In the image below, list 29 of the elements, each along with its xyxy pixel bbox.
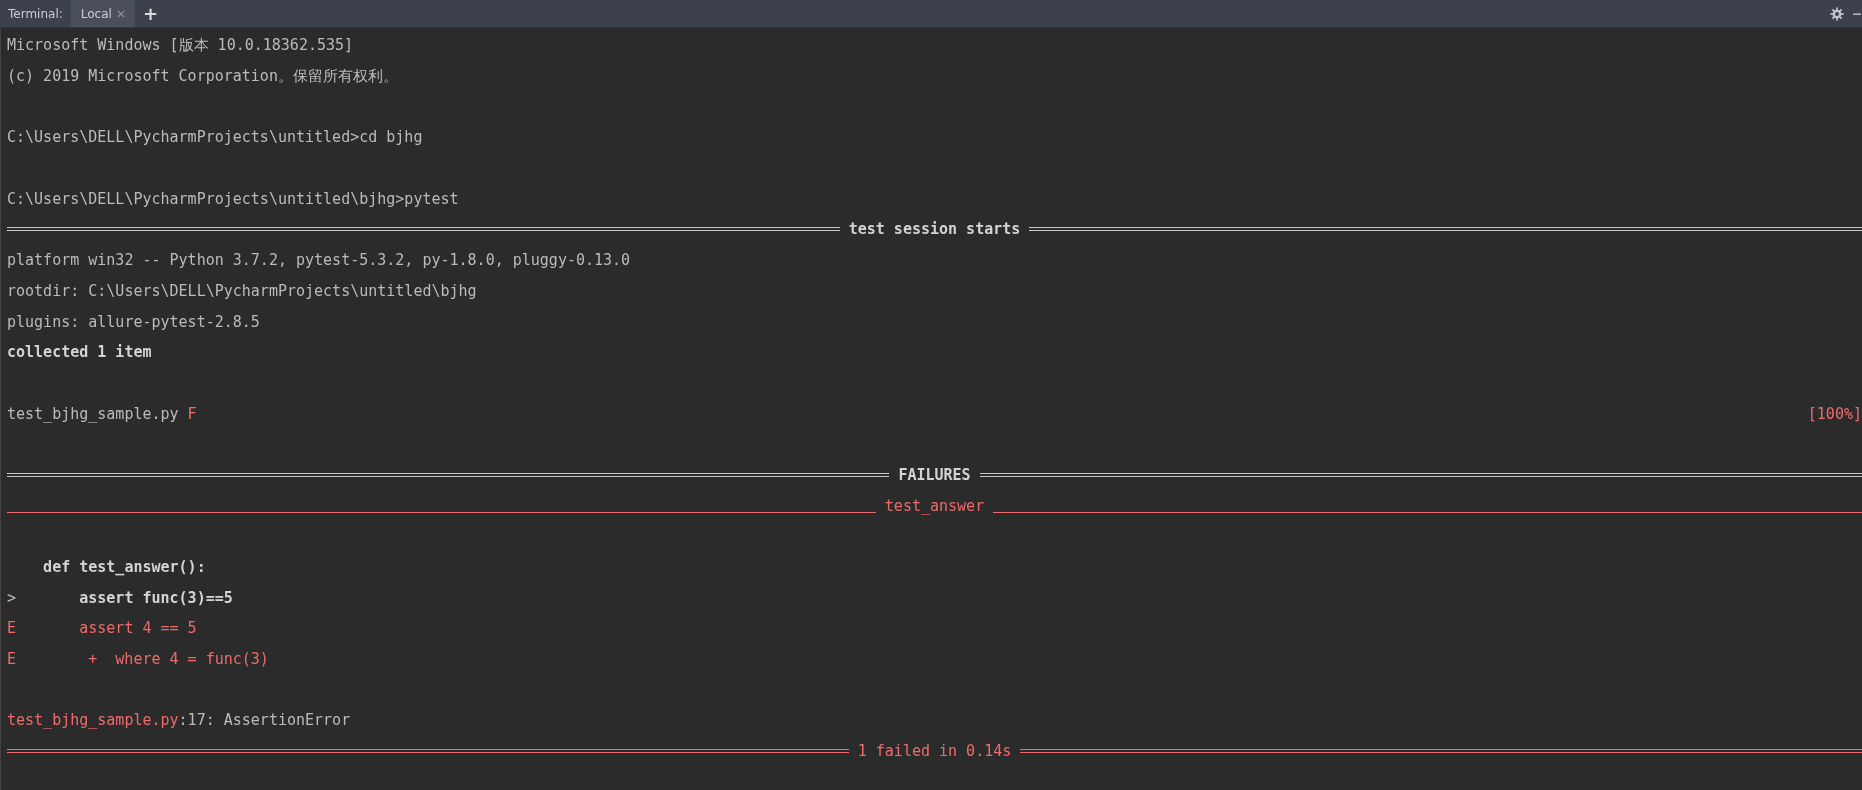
output-line: C:\Users\DELL\PycharmProjects\untitled>cd bjhg — [7, 128, 423, 147]
test-name-heading: test_answer — [883, 496, 986, 515]
output-line: plugins: allure-pytest-2.8.5 — [7, 312, 260, 331]
line-marker: E — [7, 650, 17, 669]
code-line: def test_answer(): — [43, 558, 206, 577]
file-link[interactable]: test_bjhg_sample.py — [7, 711, 179, 730]
section-heading: test session starts — [847, 220, 1022, 239]
new-tab-button[interactable]: + — [134, 4, 166, 23]
terminal-tab[interactable]: Local — [70, 0, 135, 27]
output-line: C:\Users\DELL\PycharmProjects\untitled\bjhg>pytest — [7, 189, 459, 208]
line-marker: E — [7, 619, 17, 638]
test-result: F — [187, 404, 197, 423]
output-line: platform win32 -- Python 3.7.2, pytest-5.3.2, py-1.8.0, pluggy-0.13.0 — [7, 251, 631, 270]
tool-window-title: Terminal: — [7, 6, 64, 21]
code-line: + where 4 = func(3) — [88, 650, 269, 669]
code-line: assert 4 == 5 — [79, 619, 197, 638]
output-line: Microsoft Windows [版本 10.0.18362.535] — [7, 35, 354, 55]
code-line: assert func(3)==5 — [79, 588, 233, 607]
output-line: collected 1 item — [7, 343, 152, 362]
line-marker: > — [7, 588, 17, 607]
section-heading: 1 failed in 0.14s — [856, 742, 1013, 761]
section-heading: FAILURES — [897, 465, 972, 484]
output-line: (c) 2019 Microsoft Corporation。保留所有权利。 — [7, 66, 398, 86]
test-file-name: test_bjhg_sample.py — [7, 404, 179, 423]
error-message: :17: AssertionError — [178, 711, 351, 730]
output-line: rootdir: C:\Users\DELL\PycharmProjects\untitled\bjhg — [7, 281, 477, 300]
close-icon[interactable] — [116, 9, 125, 18]
progress-percent: [100%] — [1807, 404, 1862, 423]
settings-icon[interactable] — [1830, 6, 1844, 21]
